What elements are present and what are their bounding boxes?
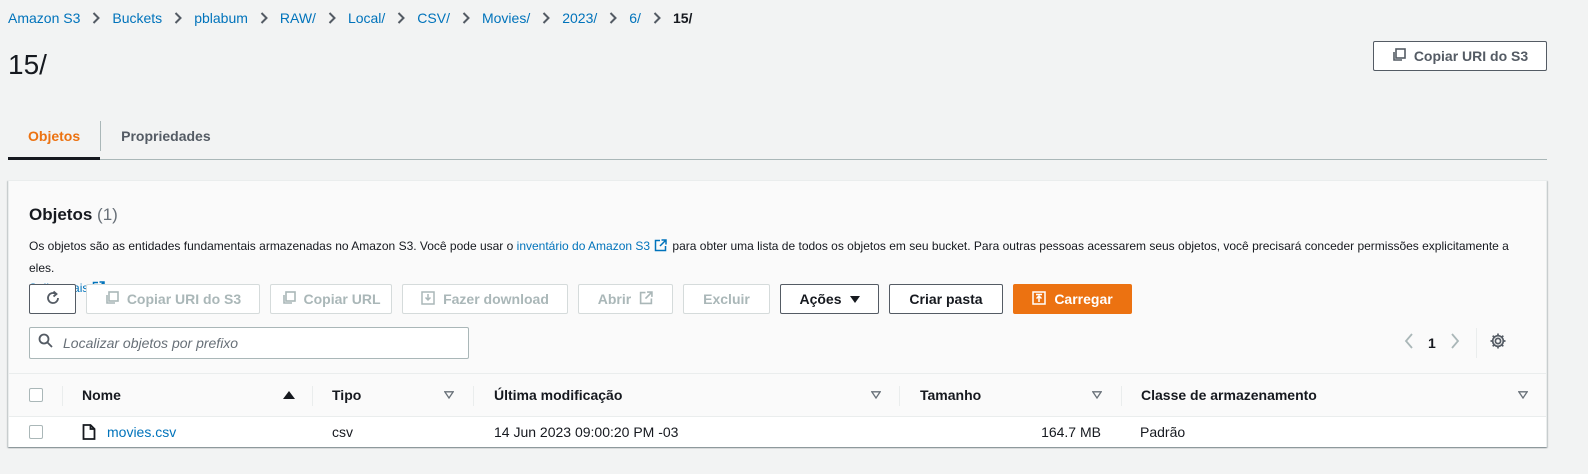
breadcrumb-csv[interactable]: CSV/ xyxy=(417,9,450,27)
sort-icon[interactable] xyxy=(1092,374,1102,416)
breadcrumb-2023[interactable]: 2023/ xyxy=(562,9,597,27)
chevron-right-icon xyxy=(653,12,661,24)
column-divider xyxy=(899,386,900,406)
pager-divider xyxy=(1475,328,1477,358)
open-button[interactable]: Abrir xyxy=(578,284,673,314)
column-divider xyxy=(473,386,474,406)
page-title: 15/ xyxy=(8,49,47,80)
object-size: 164.7 MB xyxy=(1041,424,1101,440)
breadcrumb: Amazon S3 Buckets pblabum RAW/ Local/ CS… xyxy=(8,9,692,27)
sort-icon[interactable] xyxy=(444,374,454,416)
object-type: csv xyxy=(332,424,353,440)
search-icon xyxy=(38,333,53,353)
settings-gear-icon[interactable] xyxy=(1489,332,1507,355)
copy-s3-uri-label: Copiar URI do S3 xyxy=(1413,48,1529,64)
objects-panel: Objetos (1) Os objetos são as entidades … xyxy=(8,180,1547,447)
object-name-link[interactable]: movies.csv xyxy=(107,417,176,447)
actions-label: Ações xyxy=(799,291,842,307)
row-checkbox[interactable] xyxy=(29,425,43,439)
caret-down-icon xyxy=(849,291,860,307)
chevron-right-icon xyxy=(260,12,268,24)
panel-title-text: Objetos xyxy=(29,205,93,224)
open-label: Abrir xyxy=(597,291,632,307)
page-number[interactable]: 1 xyxy=(1428,335,1436,351)
tab-properties[interactable]: Propriedades xyxy=(101,113,230,159)
copy-s3-uri-toolbar-label: Copiar URI do S3 xyxy=(126,291,242,307)
refresh-icon xyxy=(45,290,61,309)
column-header-storage-class[interactable]: Classe de armazenamento xyxy=(1141,374,1317,416)
column-divider xyxy=(312,386,313,406)
panel-title: Objetos (1) xyxy=(29,205,118,225)
inventory-link[interactable]: inventário do Amazon S3 xyxy=(517,239,650,253)
copy-s3-uri-button[interactable]: Copiar URI do S3 xyxy=(1373,41,1547,71)
chevron-right-icon xyxy=(328,12,336,24)
sort-ascending-icon[interactable] xyxy=(283,374,295,416)
pagination: 1 xyxy=(1404,328,1507,358)
upload-label: Carregar xyxy=(1054,291,1113,307)
object-toolbar: Copiar URI do S3 Copiar URL Fazer downlo… xyxy=(29,284,1132,314)
copy-icon xyxy=(282,290,296,308)
refresh-button[interactable] xyxy=(29,284,76,314)
copy-icon xyxy=(1392,47,1406,65)
chevron-right-icon xyxy=(609,12,618,24)
column-divider xyxy=(62,386,63,406)
object-count: (1) xyxy=(97,205,118,224)
copy-url-button[interactable]: Copiar URL xyxy=(270,284,392,314)
column-header-name[interactable]: Nome xyxy=(82,374,121,416)
external-link-icon xyxy=(654,238,667,258)
delete-button[interactable]: Excluir xyxy=(683,284,770,314)
column-header-last-modified[interactable]: Última modificação xyxy=(494,374,622,416)
chevron-right-icon xyxy=(542,12,551,24)
upload-icon xyxy=(1032,290,1047,308)
chevron-right-icon xyxy=(174,12,183,24)
object-storage-class: Padrão xyxy=(1140,424,1186,440)
table-row: movies.csv csv 14 Jun 2023 09:00:20 PM -… xyxy=(9,417,1546,447)
search-box xyxy=(29,327,469,359)
external-link-icon xyxy=(639,290,653,308)
tab-objects[interactable]: Objetos xyxy=(8,113,101,160)
download-button[interactable]: Fazer download xyxy=(402,284,568,314)
select-all-checkbox-cell xyxy=(29,374,43,416)
actions-dropdown[interactable]: Ações xyxy=(780,284,879,314)
breadcrumb-bucket[interactable]: pblabum xyxy=(194,9,248,27)
breadcrumb-raw[interactable]: RAW/ xyxy=(280,9,316,27)
search-input[interactable] xyxy=(61,334,451,352)
file-icon xyxy=(82,417,96,447)
description-text-1: Os objetos são as entidades fundamentais… xyxy=(29,239,517,253)
table-header: Nome Tipo Última modificação Tamanho Cla… xyxy=(9,373,1546,417)
breadcrumb-current: 15/ xyxy=(672,10,693,26)
download-label: Fazer download xyxy=(443,291,549,307)
chevron-right-icon xyxy=(397,12,406,24)
row-checkbox-cell xyxy=(29,417,43,447)
object-last-modified: 14 Jun 2023 09:00:20 PM -03 xyxy=(494,424,679,440)
breadcrumb-local[interactable]: Local/ xyxy=(348,9,385,27)
copy-url-label: Copiar URL xyxy=(303,291,381,307)
column-header-type[interactable]: Tipo xyxy=(332,374,361,416)
chevron-right-icon xyxy=(462,12,470,24)
sort-icon[interactable] xyxy=(871,374,881,416)
upload-button[interactable]: Carregar xyxy=(1013,284,1132,314)
next-page-icon[interactable] xyxy=(1450,332,1460,354)
breadcrumb-6[interactable]: 6/ xyxy=(629,9,641,27)
chevron-right-icon xyxy=(92,12,101,24)
breadcrumb-amazon-s3[interactable]: Amazon S3 xyxy=(8,9,80,27)
column-header-size[interactable]: Tamanho xyxy=(920,374,981,416)
create-folder-button[interactable]: Criar pasta xyxy=(889,284,1003,314)
previous-page-icon[interactable] xyxy=(1404,332,1414,354)
select-all-checkbox[interactable] xyxy=(29,388,43,402)
column-divider xyxy=(1121,386,1122,406)
sort-icon[interactable] xyxy=(1518,374,1528,416)
download-icon xyxy=(421,290,435,308)
copy-icon xyxy=(105,290,119,308)
breadcrumb-buckets[interactable]: Buckets xyxy=(112,9,162,27)
tab-list: Objetos Propriedades xyxy=(8,113,1547,160)
copy-s3-uri-toolbar-button[interactable]: Copiar URI do S3 xyxy=(86,284,260,314)
breadcrumb-movies[interactable]: Movies/ xyxy=(482,9,530,27)
